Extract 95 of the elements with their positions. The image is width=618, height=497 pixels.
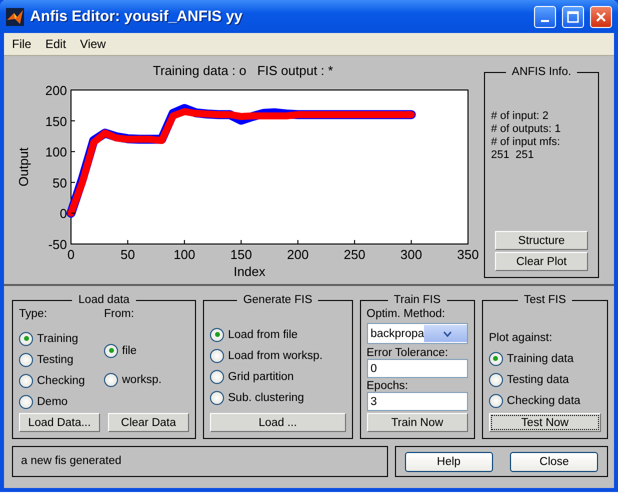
- radio-button[interactable]: [19, 332, 33, 346]
- x-tick-label: 350: [456, 247, 478, 262]
- radio-label: Checking: [37, 374, 85, 386]
- radio-option[interactable]: Sub. clustering: [210, 387, 346, 408]
- panel-title: ANFIS Info.: [510, 66, 572, 78]
- y-axis-label: Output: [16, 147, 30, 187]
- radio-option[interactable]: Checking: [19, 370, 104, 391]
- dialog-button[interactable]: Help: [404, 452, 493, 472]
- y-tick-label: 50: [52, 175, 66, 190]
- maximize-icon: [567, 10, 579, 22]
- radio-option[interactable]: worksp.: [104, 369, 189, 390]
- radio-option[interactable]: Load from file: [210, 324, 346, 345]
- radio-button[interactable]: [210, 328, 224, 342]
- menu-item[interactable]: File: [12, 37, 32, 51]
- radio-button[interactable]: [104, 372, 118, 386]
- radio-label: Load from file: [228, 328, 298, 340]
- panel-button[interactable]: Clear Plot: [495, 252, 588, 271]
- panel-button[interactable]: Clear Data: [108, 413, 189, 432]
- info-text: 251 251: [491, 149, 535, 162]
- x-tick-label: 50: [120, 247, 134, 262]
- load-button[interactable]: Load ...: [210, 413, 346, 432]
- radio-button[interactable]: [210, 370, 224, 384]
- y-tick-label: -50: [48, 237, 66, 252]
- y-tick-label: 0: [59, 206, 66, 222]
- panel-title: Test FIS: [522, 294, 568, 306]
- radio-label: Demo: [37, 396, 68, 408]
- panel-button[interactable]: Load Data...: [19, 413, 100, 432]
- x-tick-label: 150: [230, 247, 252, 262]
- dialog-button[interactable]: Close: [510, 452, 598, 472]
- info-text: # of outputs: 1: [491, 123, 562, 136]
- radio-option[interactable]: file: [104, 340, 189, 361]
- radio-option[interactable]: Testing: [19, 349, 104, 370]
- radio-label: file: [122, 344, 137, 356]
- info-text: # of input: 2: [491, 110, 550, 123]
- radio-button[interactable]: [488, 394, 503, 408]
- app-logo-icon: [6, 8, 24, 26]
- radio-button[interactable]: [19, 352, 33, 366]
- menu-item[interactable]: Edit: [45, 37, 66, 51]
- method-dropdown[interactable]: backpropa: [366, 323, 468, 344]
- close-button[interactable]: [590, 6, 612, 28]
- radio-button[interactable]: [488, 372, 503, 386]
- train-now-button[interactable]: Train Now: [366, 413, 468, 432]
- radio-button[interactable]: [104, 344, 118, 358]
- error-tolerance-label: Error Tolerance:: [366, 347, 450, 359]
- radio-option[interactable]: Training data: [488, 348, 601, 369]
- panel-title: Generate FIS: [242, 294, 314, 306]
- plot-title: Training data : o FIS output : *: [152, 63, 334, 78]
- x-tick-label: 200: [286, 247, 308, 262]
- y-tick-label: 150: [44, 114, 66, 129]
- menu-item[interactable]: View: [80, 37, 106, 51]
- minimize-icon: [541, 20, 549, 22]
- x-tick-label: 100: [173, 247, 195, 262]
- radio-option[interactable]: Demo: [19, 391, 104, 412]
- panel-button[interactable]: Structure: [495, 231, 588, 250]
- y-tick-label: 200: [44, 83, 66, 98]
- x-tick-label: 0: [66, 247, 74, 262]
- radio-button[interactable]: [19, 374, 33, 388]
- x-tick-label: 300: [400, 247, 422, 262]
- radio-label: Testing: [37, 354, 74, 366]
- radio-label: Training: [37, 332, 78, 344]
- info-text: # of input mfs:: [491, 136, 562, 149]
- radio-label: Load from worksp.: [228, 350, 323, 362]
- x-axis-label: Index: [233, 264, 265, 279]
- epochs-label: Epochs:: [366, 380, 410, 392]
- epochs-field[interactable]: 3: [366, 392, 468, 411]
- radio-button[interactable]: [210, 390, 224, 404]
- radio-option[interactable]: Grid partition: [210, 366, 346, 387]
- y-tick-label: 100: [44, 144, 66, 160]
- panel-title: Train FIS: [392, 294, 442, 306]
- radio-option[interactable]: Testing data: [488, 369, 601, 390]
- radio-option[interactable]: Load from worksp.: [210, 345, 346, 366]
- radio-option[interactable]: Checking data: [488, 390, 601, 411]
- from-label: From:: [104, 308, 136, 320]
- method-label: Optim. Method:: [366, 308, 446, 320]
- maximize-button[interactable]: [562, 6, 584, 28]
- radio-button[interactable]: [210, 348, 224, 362]
- test-now-button[interactable]: Test Now: [488, 413, 601, 432]
- error-tolerance-field[interactable]: 0: [366, 359, 468, 378]
- plot-against-label: Plot against:: [488, 332, 554, 344]
- type-label: Type:: [19, 308, 48, 320]
- x-tick-label: 250: [343, 247, 365, 262]
- minimize-button[interactable]: [534, 6, 556, 28]
- status-message: a new fis generated: [12, 446, 388, 477]
- radio-option[interactable]: Training: [19, 328, 104, 349]
- panel-title: Load data: [77, 294, 131, 306]
- radio-label: Training data: [506, 352, 574, 364]
- radio-label: Testing data: [506, 374, 569, 386]
- radio-button[interactable]: [19, 394, 33, 408]
- radio-label: Grid partition: [228, 370, 294, 382]
- radio-label: Checking data: [506, 394, 580, 406]
- radio-label: worksp.: [122, 374, 162, 386]
- radio-label: Sub. clustering: [228, 392, 304, 404]
- radio-button[interactable]: [488, 352, 503, 366]
- window-title: Anfis Editor: yousif_ANFIS yy: [30, 8, 244, 25]
- close-icon: [595, 10, 607, 22]
